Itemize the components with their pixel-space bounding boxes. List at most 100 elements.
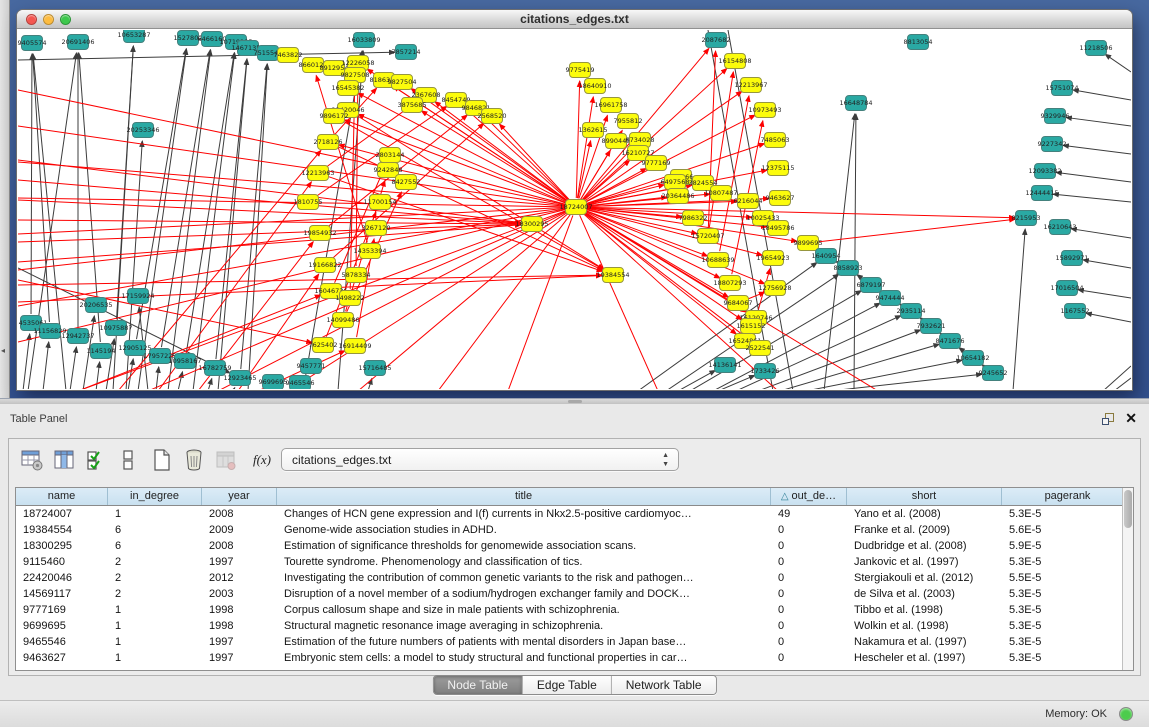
column-header-title[interactable]: title: [277, 488, 771, 505]
graph-node[interactable]: 1640954: [812, 249, 841, 264]
graph-node[interactable]: 3875685: [398, 98, 427, 113]
graph-node[interactable]: 9684067: [724, 296, 753, 311]
graph-node[interactable]: 15720407: [691, 229, 724, 244]
graph-node[interactable]: 10653287: [117, 30, 150, 43]
graph-node[interactable]: 14136141: [708, 358, 741, 373]
delete-table-icon[interactable]: [213, 447, 239, 473]
table-mode-icon[interactable]: [19, 447, 45, 473]
graph-node[interactable]: 16033809: [347, 33, 380, 48]
graph-node[interactable]: 7625402: [309, 338, 338, 353]
graph-node[interactable]: 10654182: [956, 351, 989, 366]
graph-node[interactable]: 2935114: [897, 304, 926, 319]
table-row[interactable]: 911546021997Tourette syndrome. Phenomeno…: [16, 554, 1133, 570]
control-panel-collapsed-divider[interactable]: ◂: [0, 0, 10, 398]
graph-node[interactable]: 9777169: [642, 156, 671, 171]
graph-node[interactable]: 12444415: [1025, 186, 1058, 201]
graph-node[interactable]: 9457771: [297, 359, 326, 374]
graph-node[interactable]: 2568520: [478, 109, 507, 124]
function-builder-icon[interactable]: f(x): [247, 447, 277, 473]
divider-grip[interactable]: [568, 400, 582, 403]
graph-node[interactable]: 2718126: [314, 135, 343, 150]
graph-node[interactable]: 11700154: [363, 195, 396, 210]
delete-column-icon[interactable]: [181, 447, 207, 473]
graph-node[interactable]: 16154808: [718, 54, 751, 69]
tab-network-table[interactable]: Network Table: [612, 676, 716, 694]
table-row[interactable]: 969969511998Structural magnetic resonanc…: [16, 618, 1133, 634]
graph-node[interactable]: 9329946: [1041, 109, 1070, 124]
graph-node[interactable]: 6879197: [857, 278, 886, 293]
graph-node[interactable]: 7955812: [614, 114, 643, 129]
graph-node[interactable]: 9699695: [259, 375, 288, 390]
graph-node[interactable]: 17016504: [1050, 281, 1083, 296]
graph-node[interactable]: 6497568: [661, 175, 690, 190]
table-row[interactable]: 977716911998Corpus callosum shape and si…: [16, 602, 1133, 618]
graph-node[interactable]: 9827504: [388, 75, 417, 90]
graph-node[interactable]: 12093382: [1028, 164, 1061, 179]
table-vertical-scrollbar[interactable]: [1122, 488, 1133, 670]
column-header-pagerank[interactable]: pagerank: [1002, 488, 1133, 505]
table-row[interactable]: 1872400712008Changes of HCN gene express…: [16, 506, 1133, 522]
table-row[interactable]: 946554611997Estimation of the future num…: [16, 634, 1133, 650]
column-header-out-degree[interactable]: △out_de…: [771, 488, 847, 505]
graph-node[interactable]: 10973493: [748, 103, 781, 118]
column-checklist-icon[interactable]: [83, 447, 109, 473]
graph-node[interactable]: 19654923: [756, 251, 789, 266]
graph-node[interactable]: 20206535: [79, 298, 112, 313]
graph-node[interactable]: 2803144: [376, 148, 405, 163]
graph-node[interactable]: 1167552: [1061, 304, 1090, 319]
graph-node[interactable]: 20691406: [61, 35, 94, 50]
tab-node-table[interactable]: Node Table: [433, 676, 523, 694]
graph-node[interactable]: 1733426: [751, 364, 780, 379]
graph-node[interactable]: 16961758: [594, 98, 627, 113]
graph-node[interactable]: 2087682: [702, 33, 731, 48]
table-chooser-dropdown[interactable]: citations_edges.txt ▲▼: [281, 448, 679, 471]
graph-node[interactable]: 8471676: [936, 334, 965, 349]
graph-node[interactable]: 12375115: [761, 161, 794, 176]
table-row[interactable]: 946362711997Embryonic stem cells: a mode…: [16, 650, 1133, 666]
graph-node[interactable]: 1810755: [294, 195, 323, 210]
column-header-short[interactable]: short: [847, 488, 1002, 505]
graph-node[interactable]: 2522541: [746, 341, 775, 356]
graph-node[interactable]: 1498222: [336, 291, 365, 306]
row-height-icon[interactable]: [115, 447, 141, 473]
graph-node[interactable]: 20253346: [126, 123, 159, 138]
graph-node[interactable]: 9227342: [1038, 137, 1067, 152]
graph-node[interactable]: 9896172: [320, 109, 349, 124]
graph-node[interactable]: 15892971: [1055, 251, 1088, 266]
graph-node[interactable]: 16210643: [1043, 220, 1076, 235]
close-panel-icon[interactable]: ✕: [1125, 410, 1137, 427]
show-columns-icon[interactable]: [51, 447, 77, 473]
column-header-in-degree[interactable]: in_degree: [108, 488, 202, 505]
create-column-icon[interactable]: [149, 447, 175, 473]
network-canvas[interactable]: 9405574206914061065328715278026466160107…: [18, 30, 1131, 389]
table-row[interactable]: 2242004622012Investigating the contribut…: [16, 570, 1133, 586]
graph-node[interactable]: 18640910: [578, 79, 611, 94]
table-row[interactable]: 1456911722003Disruption of a novel membe…: [16, 586, 1133, 602]
network-view-window[interactable]: citations_edges.txt 9405574 20691406 10653…: [17, 10, 1132, 390]
expand-panel-arrow-icon[interactable]: ◂: [1, 346, 5, 355]
table-row[interactable]: 1938455462009Genome-wide association stu…: [16, 522, 1133, 538]
network-graph[interactable]: 9405574206914061065328715278026466160107…: [18, 30, 1131, 389]
scrollbar-thumb[interactable]: [1124, 490, 1132, 528]
column-header-name[interactable]: name: [16, 488, 108, 505]
graph-node[interactable]: 7932621: [917, 319, 946, 334]
float-panel-icon[interactable]: [1101, 412, 1115, 426]
graph-node[interactable]: 14099486: [326, 313, 359, 328]
table-row[interactable]: 1830029562008Estimation of significance …: [16, 538, 1133, 554]
graph-node[interactable]: 8858923: [834, 261, 863, 276]
graph-node[interactable]: 7485063: [761, 133, 790, 148]
graph-node[interactable]: 9405574: [18, 36, 46, 51]
graph-node[interactable]: 15716485: [358, 361, 391, 376]
graph-node[interactable]: 20364486: [661, 189, 694, 204]
column-header-year[interactable]: year: [202, 488, 277, 505]
graph-node[interactable]: 16648784: [839, 96, 872, 111]
graph-node[interactable]: 9775419: [566, 63, 595, 78]
graph-node[interactable]: 5878334: [342, 268, 371, 283]
network-window-titlebar[interactable]: citations_edges.txt: [17, 10, 1132, 29]
graph-node[interactable]: 9465546: [286, 376, 315, 390]
graph-node[interactable]: 7986322: [679, 211, 708, 226]
graph-node[interactable]: 9474444: [876, 291, 905, 306]
graph-node[interactable]: 3267120: [362, 221, 391, 236]
tab-edge-table[interactable]: Edge Table: [523, 676, 612, 694]
graph-node[interactable]: 1362615: [579, 123, 608, 138]
